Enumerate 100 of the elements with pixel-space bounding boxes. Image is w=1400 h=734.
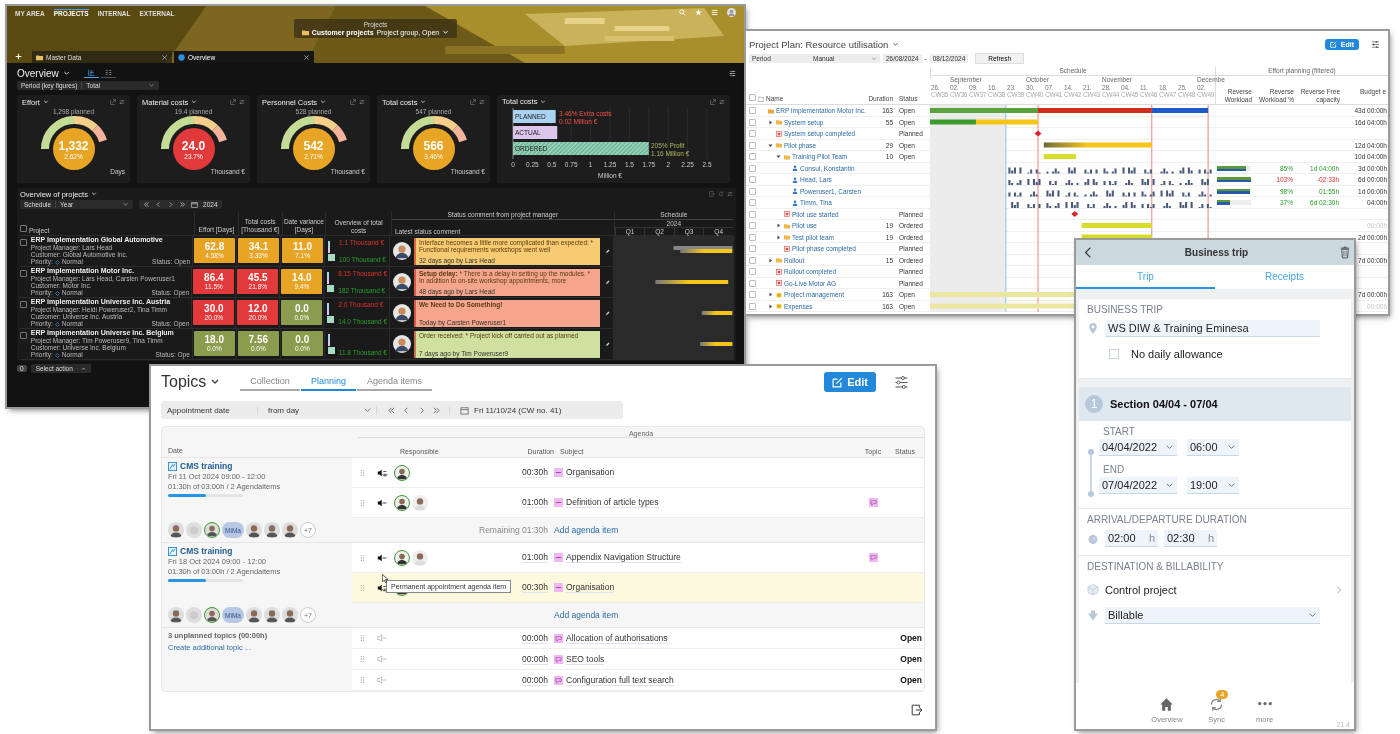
view-tab[interactable]: Agenda items bbox=[356, 373, 432, 391]
participant-avatar[interactable] bbox=[168, 522, 184, 538]
responsible-avatar[interactable] bbox=[394, 494, 410, 511]
duration-field[interactable]: 01:00h bbox=[522, 497, 548, 508]
subject-field[interactable]: Organisation bbox=[566, 582, 615, 593]
view-title[interactable]: Overview bbox=[17, 67, 59, 79]
participant-avatar[interactable] bbox=[282, 607, 298, 623]
row-checkbox[interactable] bbox=[748, 222, 756, 229]
topic-icon[interactable] bbox=[868, 498, 878, 507]
duration-field[interactable]: 00:00h bbox=[522, 674, 548, 686]
view-title[interactable]: Project Plan: Resource utilisation bbox=[749, 38, 889, 50]
appointment-link[interactable]: CMS training bbox=[168, 461, 346, 471]
trip-name-field[interactable]: WS DIW & Training Eminesa bbox=[1105, 320, 1320, 337]
section-header[interactable]: 1 Section 04/04 - 07/04 bbox=[1079, 387, 1351, 421]
participant-avatar[interactable] bbox=[204, 607, 220, 623]
agenda-row[interactable]: 01:00h Appendix Navigation Structure bbox=[352, 543, 924, 573]
chevron-down-icon[interactable] bbox=[540, 98, 547, 105]
row-checkbox[interactable] bbox=[748, 107, 756, 114]
participant-avatar[interactable] bbox=[246, 522, 262, 538]
duration-field[interactable]: 00:30h bbox=[522, 582, 548, 593]
drag-handle-icon[interactable] bbox=[359, 676, 365, 684]
close-icon[interactable] bbox=[161, 53, 168, 61]
duration-field[interactable]: 00:00h bbox=[522, 653, 548, 665]
subject-field[interactable]: Configuration full text search bbox=[566, 674, 674, 686]
row-checkbox[interactable] bbox=[748, 233, 756, 241]
edit-icon[interactable] bbox=[605, 248, 610, 254]
duration-field[interactable]: 02:00 h bbox=[1105, 530, 1158, 547]
select-all-checkbox[interactable] bbox=[748, 94, 756, 101]
menu-icon[interactable] bbox=[711, 9, 718, 16]
refresh-icon[interactable] bbox=[718, 191, 724, 197]
expander-icon[interactable] bbox=[768, 119, 773, 125]
edit-icon[interactable] bbox=[605, 310, 610, 316]
row-checkbox[interactable] bbox=[748, 164, 756, 172]
participant-avatar[interactable] bbox=[168, 607, 184, 623]
expander-icon[interactable] bbox=[768, 257, 773, 263]
first-page-icon[interactable] bbox=[387, 405, 396, 415]
drag-handle-icon[interactable] bbox=[359, 655, 365, 663]
edit-button[interactable]: Edit bbox=[824, 372, 876, 392]
subject-field[interactable]: Allocation of authorisations bbox=[566, 632, 668, 644]
end-date-select[interactable]: 07/04/2022 bbox=[1099, 477, 1177, 494]
row-checkbox[interactable] bbox=[748, 291, 756, 298]
drag-handle-icon[interactable] bbox=[359, 498, 365, 507]
select-all-checkbox[interactable] bbox=[20, 225, 27, 232]
delete-icon[interactable] bbox=[1339, 246, 1351, 259]
drag-handle-icon[interactable] bbox=[359, 583, 365, 592]
settings-icon[interactable] bbox=[119, 99, 125, 105]
duration-field[interactable]: 00:00h bbox=[522, 632, 548, 644]
row-checkbox[interactable] bbox=[20, 239, 27, 246]
back-icon[interactable] bbox=[1082, 246, 1094, 259]
participant-avatar[interactable] bbox=[246, 607, 262, 623]
open-icon[interactable] bbox=[710, 98, 716, 105]
calendar-icon[interactable] bbox=[191, 201, 199, 208]
agenda-row[interactable]: 01:00h Definition of article types bbox=[352, 488, 924, 518]
agenda-row[interactable]: 00:30h Organisation bbox=[352, 458, 924, 488]
drag-handle-icon[interactable] bbox=[359, 553, 365, 562]
subject-field[interactable]: SEO tools bbox=[566, 653, 605, 665]
drag-handle-icon[interactable] bbox=[359, 634, 365, 642]
view-title[interactable]: Topics bbox=[161, 373, 207, 391]
expander-icon[interactable] bbox=[768, 303, 773, 309]
expander-icon[interactable] bbox=[776, 234, 781, 240]
topic-icon[interactable] bbox=[868, 553, 878, 562]
subject-field[interactable]: Organisation bbox=[566, 467, 615, 478]
export-icon[interactable] bbox=[911, 704, 923, 716]
duration-field[interactable]: 01:00h bbox=[522, 552, 548, 563]
duration-field[interactable]: 00:30h bbox=[522, 467, 548, 478]
participant-avatar[interactable] bbox=[264, 607, 280, 623]
next-icon[interactable] bbox=[417, 405, 426, 415]
row-checkbox[interactable] bbox=[748, 118, 756, 126]
participant-avatar[interactable] bbox=[264, 522, 280, 538]
expander-icon[interactable] bbox=[768, 292, 773, 297]
date-mode-select[interactable]: from day bbox=[268, 405, 377, 415]
responsible-avatar[interactable] bbox=[394, 464, 410, 481]
view-toggle[interactable] bbox=[100, 68, 116, 78]
view-tab[interactable]: Planning bbox=[300, 373, 356, 391]
start-date-select[interactable]: 04/04/2022 bbox=[1099, 439, 1177, 456]
add-tab-icon[interactable] bbox=[15, 53, 22, 60]
chevron-down-icon[interactable] bbox=[191, 99, 198, 105]
close-icon[interactable] bbox=[303, 53, 310, 61]
open-icon[interactable] bbox=[230, 99, 236, 105]
row-checkbox[interactable] bbox=[748, 245, 756, 252]
next-icon[interactable] bbox=[167, 201, 175, 208]
avatar-icon[interactable] bbox=[727, 8, 736, 17]
row-checkbox[interactable] bbox=[748, 176, 756, 183]
row-checkbox[interactable] bbox=[20, 301, 27, 308]
row-checkbox[interactable] bbox=[748, 279, 756, 287]
row-checkbox[interactable] bbox=[748, 256, 756, 264]
duration-field[interactable]: 02:30 h bbox=[1164, 530, 1217, 547]
drag-handle-icon[interactable] bbox=[359, 468, 365, 477]
last-page-icon[interactable] bbox=[432, 405, 441, 415]
open-icon[interactable] bbox=[350, 99, 356, 105]
row-checkbox[interactable] bbox=[748, 302, 756, 310]
appointment-link[interactable]: CMS training bbox=[168, 546, 346, 556]
chevron-down-icon[interactable] bbox=[62, 69, 70, 77]
chevron-down-icon[interactable] bbox=[90, 191, 97, 197]
add-agenda-item-link[interactable]: Add agenda item bbox=[554, 610, 619, 620]
start-time-select[interactable]: 06:00 bbox=[1187, 439, 1239, 456]
checkbox-label[interactable]: No daily allowance bbox=[1131, 348, 1223, 360]
end-time-select[interactable]: 19:00 bbox=[1187, 477, 1239, 494]
destination-link[interactable]: Control project bbox=[1105, 583, 1177, 596]
previous-icon[interactable] bbox=[402, 405, 411, 415]
